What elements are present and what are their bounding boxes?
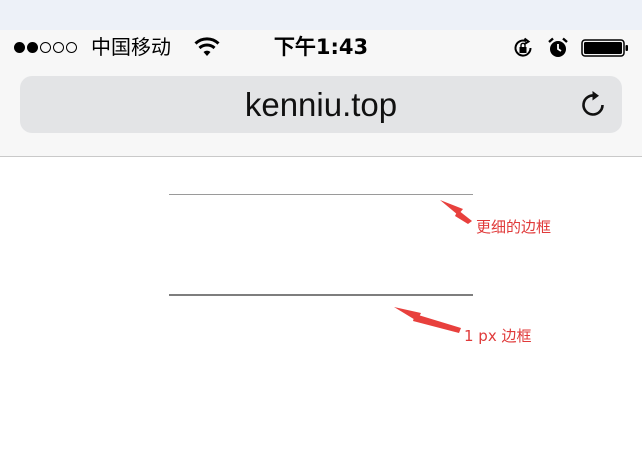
status-bar: 中国移动 下午1:43 xyxy=(0,30,642,66)
address-bar[interactable]: kenniu.top xyxy=(20,76,622,133)
rotation-lock-icon xyxy=(514,37,532,57)
arrow-1px xyxy=(394,307,461,333)
browser-top-bar: 中国移动 下午1:43 kenniu.top xyxy=(0,30,642,157)
reload-icon[interactable] xyxy=(578,90,608,120)
annotation-1px-border: 1 px 边框 xyxy=(464,327,532,345)
arrow-thin xyxy=(440,200,472,224)
battery-icon xyxy=(581,39,628,57)
annotation-thin-border: 更细的边框 xyxy=(476,218,552,236)
one-px-border-line xyxy=(169,294,473,296)
thin-border-line xyxy=(169,194,473,195)
phone-screen: 中国移动 下午1:43 kenniu.top 更细的边框 1 px 边框 xyxy=(0,30,642,450)
alarm-icon xyxy=(548,37,568,57)
url-text[interactable]: kenniu.top xyxy=(20,76,622,133)
